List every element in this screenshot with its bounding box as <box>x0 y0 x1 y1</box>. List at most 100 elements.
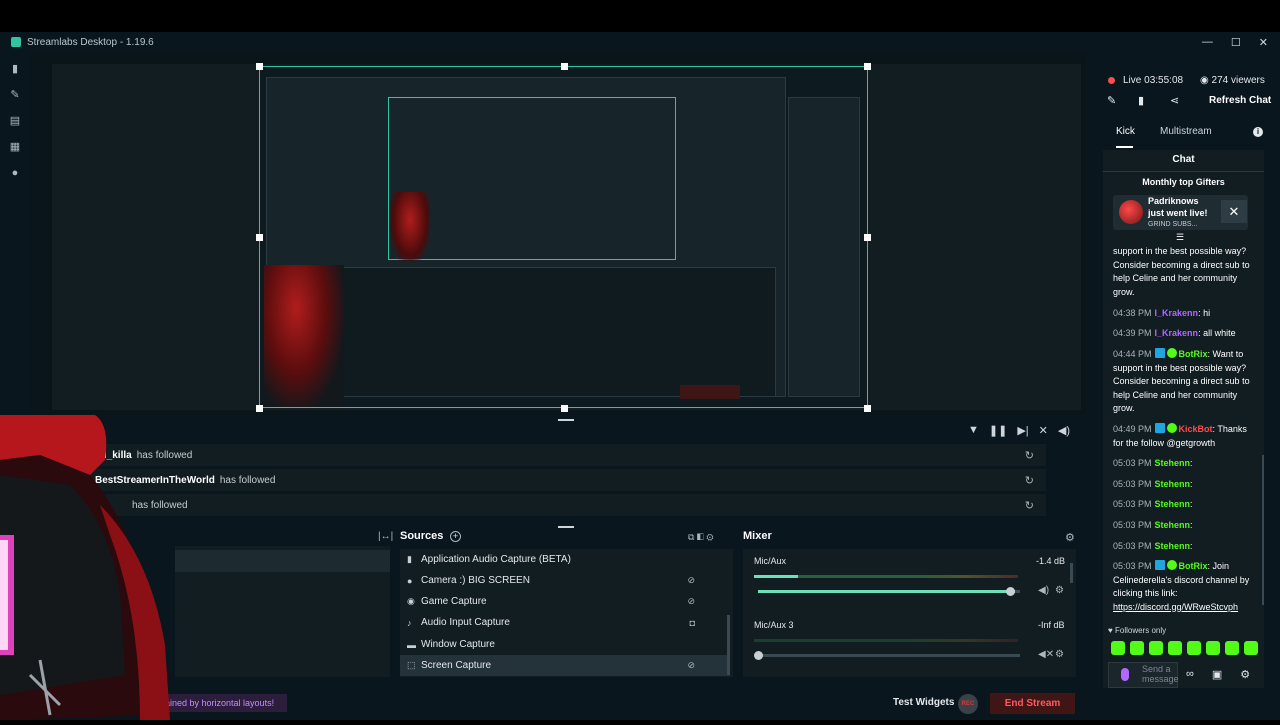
pause-icon[interactable]: ❚❚ <box>989 424 1007 437</box>
volume-slider-track[interactable] <box>758 654 1020 657</box>
mute-alerts-icon[interactable]: ✕ <box>1039 424 1048 437</box>
source-label: Screen Capture <box>421 660 492 671</box>
replay-alert-icon[interactable]: ↻ <box>1025 474 1034 487</box>
edit-stream-icon[interactable]: ✎ <box>1107 94 1116 107</box>
mixer-settings-icon[interactable]: ⚙ <box>1065 531 1075 544</box>
scene-item-selected[interactable] <box>175 550 390 572</box>
tab-multistream[interactable]: Multistream <box>1160 126 1212 137</box>
source-item[interactable]: ▬ Window Capture <box>400 634 730 655</box>
event-username: ad_killa <box>95 449 132 461</box>
mixer-scrollbar[interactable] <box>1070 563 1073 583</box>
discord-link[interactable]: https://discord.gg/WRweStcvph <box>1113 602 1238 612</box>
info-icon[interactable]: i <box>1253 127 1263 137</box>
scroll-more-icon[interactable]: ☰ <box>1176 232 1184 243</box>
verified-badge-icon <box>1166 423 1177 433</box>
themes-icon[interactable]: ✎ <box>9 90 21 101</box>
lock-icon[interactable]: ◘ <box>690 618 695 628</box>
visibility-icon[interactable]: ⊘ <box>687 596 695 607</box>
drag-handle-bottom[interactable] <box>558 526 574 528</box>
nested-chair-image-small <box>390 192 430 262</box>
muted-speaker-icon[interactable]: ◀✕ <box>1038 649 1054 660</box>
filter-icon[interactable]: ▼ <box>968 424 979 437</box>
sources-scrollbar[interactable] <box>727 615 730 675</box>
top-gifters-title: Monthly top Gifters <box>1142 177 1225 187</box>
alert-username: Padriknows <box>1148 196 1199 206</box>
emote-icon[interactable] <box>1244 641 1258 655</box>
emote-icon[interactable] <box>1149 641 1163 655</box>
emote-icon[interactable] <box>1206 641 1220 655</box>
window-title: Streamlabs Desktop - 1.19.6 <box>27 36 154 48</box>
close-button[interactable]: ✕ <box>1259 36 1268 49</box>
replay-alert-icon[interactable]: ↻ <box>1025 449 1034 462</box>
chat-username: Stehenn <box>1154 520 1191 530</box>
source-item-selected[interactable]: ⬚ Screen Capture ⊘ <box>400 655 730 676</box>
event-action: has followed <box>136 449 193 461</box>
maximize-button[interactable]: ☐ <box>1231 36 1241 49</box>
resize-handle-bm[interactable] <box>561 405 568 412</box>
chat-username: KickBot <box>1178 424 1213 434</box>
end-stream-button[interactable]: End Stream <box>990 693 1075 714</box>
skip-icon[interactable]: ▶| <box>1017 424 1028 437</box>
copy-icon[interactable]: ▮ <box>1138 94 1144 107</box>
left-nav: ▮ ✎ ▤ ▦ ● <box>0 52 30 720</box>
volume-meter <box>754 639 1018 642</box>
layout-icon[interactable]: ▦ <box>9 142 21 153</box>
record-button[interactable]: REC <box>958 694 978 714</box>
chat-settings-icon[interactable]: ⚙ <box>1240 668 1250 681</box>
share-icon[interactable]: ⋖ <box>1170 94 1179 107</box>
emote-icon[interactable] <box>1130 641 1144 655</box>
resize-handle-tm[interactable] <box>561 63 568 70</box>
source-item[interactable]: ♪ Audio Input Capture ◘ <box>400 612 730 633</box>
gift-icon[interactable]: ▣ <box>1212 668 1222 681</box>
editor-icon[interactable]: ▮ <box>9 64 21 75</box>
collapse-scenes-icon[interactable]: |↔| <box>378 531 393 542</box>
visibility-icon[interactable]: ⊘ <box>687 575 695 586</box>
close-alert-button[interactable]: ✕ <box>1221 200 1247 223</box>
source-tools-icon[interactable]: ⧉ ◧ ⚙ <box>688 532 714 543</box>
stream-preview[interactable] <box>259 66 868 408</box>
bot-badge-icon <box>1154 348 1165 358</box>
test-widgets-button[interactable]: Test Widgets <box>893 697 954 708</box>
resize-handle-mr[interactable] <box>864 234 871 241</box>
tab-kick[interactable]: Kick <box>1116 126 1135 137</box>
volume-icon[interactable]: ◀) <box>1058 424 1070 437</box>
resize-handle-ml[interactable] <box>256 234 263 241</box>
replay-alert-icon[interactable]: ↻ <box>1025 499 1034 512</box>
volume-slider-knob[interactable] <box>1005 587 1015 596</box>
resize-handle-tr[interactable] <box>864 63 871 70</box>
resize-handle-br[interactable] <box>864 405 871 412</box>
chat-message: 05:03 PM Stehenn: <box>1113 541 1193 551</box>
screen-icon: ⬚ <box>407 660 416 670</box>
resize-handle-bl[interactable] <box>256 405 263 412</box>
source-item[interactable]: ● Camera :) BIG SCREEN ⊘ <box>400 570 730 591</box>
emote-icon[interactable] <box>1187 641 1201 655</box>
emote-icon[interactable] <box>1111 641 1125 655</box>
visibility-icon[interactable]: ⊘ <box>687 660 695 671</box>
volume-slider-knob[interactable] <box>754 651 763 660</box>
emote-icon[interactable] <box>1168 641 1182 655</box>
chat-divider <box>1103 171 1264 172</box>
event-username: BestStreamerInTheWorld <box>95 474 215 486</box>
add-source-icon[interactable]: + <box>450 531 461 542</box>
mixer-channel-name: Mic/Aux 3 <box>754 620 794 630</box>
channel-settings-icon[interactable]: ⚙ <box>1055 585 1064 596</box>
chat-username: I_Krakenn <box>1154 308 1199 318</box>
chat-message: 04:39 PM I_Krakenn: all white <box>1113 328 1236 338</box>
microphone-icon[interactable] <box>1121 668 1129 681</box>
refresh-chat-button[interactable]: Refresh Chat <box>1209 95 1271 106</box>
minimize-button[interactable]: — <box>1202 36 1213 49</box>
emote-picker-icon[interactable]: ∞ <box>1186 668 1194 681</box>
source-item[interactable]: ▮ Application Audio Capture (BETA) <box>400 549 730 570</box>
channel-settings-icon[interactable]: ⚙ <box>1055 649 1064 660</box>
chat-scrollbar[interactable] <box>1262 455 1264 605</box>
store-icon[interactable]: ▤ <box>9 116 21 127</box>
viewer-count: ◉ 274 viewers <box>1200 75 1265 86</box>
drag-handle-top[interactable] <box>558 419 574 421</box>
emote-icon[interactable] <box>1225 641 1239 655</box>
source-item[interactable]: ◉ Game Capture ⊘ <box>400 591 730 612</box>
speaker-icon[interactable]: ◀) <box>1038 585 1049 596</box>
resize-handle-tl[interactable] <box>256 63 263 70</box>
play-icon[interactable]: ● <box>9 168 21 179</box>
mixer-channel-name: Mic/Aux <box>754 556 787 566</box>
chat-message: 05:03 PM Stehenn: <box>1113 479 1193 489</box>
